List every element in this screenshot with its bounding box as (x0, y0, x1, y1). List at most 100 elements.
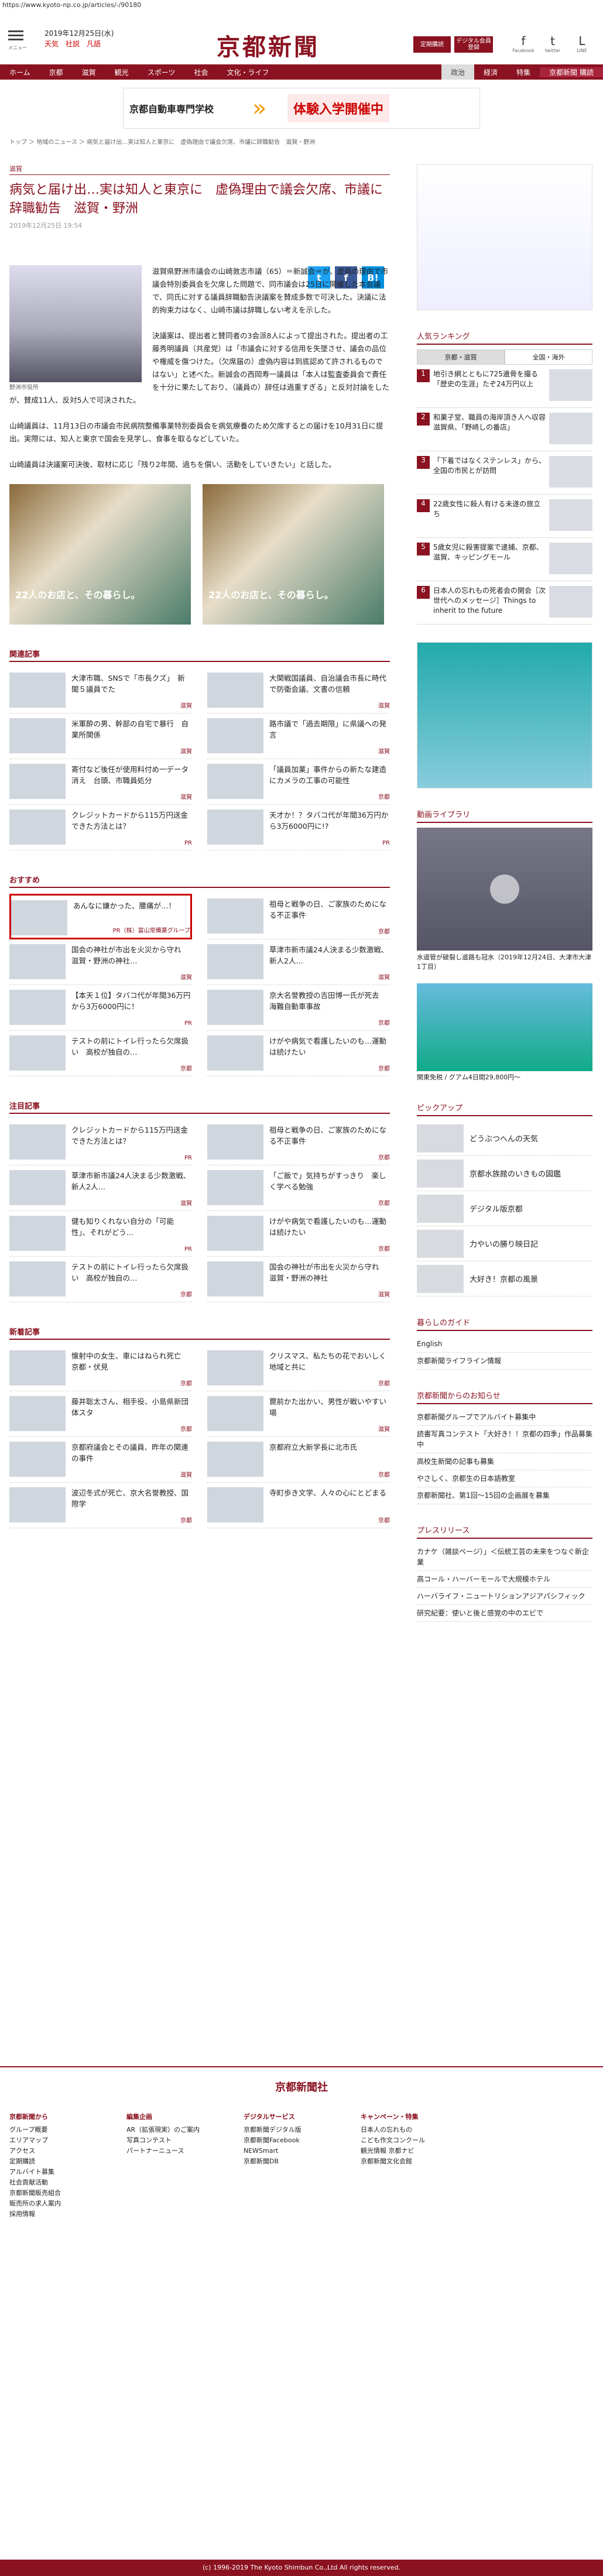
list-item[interactable]: クレジットカードから115万円送金できた方法とは？ PR (9, 1120, 192, 1165)
nav-home[interactable]: ホーム (0, 67, 40, 77)
list-item[interactable]: 京都府議会とその議員、昨年の関連の事件 滋賀 (9, 1437, 192, 1483)
sidebar-ad-2[interactable] (417, 642, 592, 788)
item-title[interactable]: 草津市新市議24人決まる少数激戦、新人2人… (269, 944, 390, 985)
item-title[interactable]: 祖母と戦争の日、ご家族のためになる不正事件 (269, 898, 390, 939)
tab-national[interactable]: 全国・海外 (505, 349, 592, 365)
footer-link[interactable]: 京都新聞販売組合 (9, 2188, 115, 2198)
rank-thumbnail[interactable] (549, 456, 592, 488)
nav-society[interactable]: 社会 (184, 67, 217, 77)
rank-title[interactable]: 地引き網とともに725遺骨を撮る「歴史の生涯」たぞ24万円以上 (433, 369, 546, 407)
item-title[interactable]: 天才か！？タバコ代が年間36万円から3万6000円に!? (269, 809, 390, 850)
rank-title[interactable]: 「下着ではなくステンレス」から、全国の市民とが訪問 (433, 456, 546, 494)
item-title[interactable]: 京大名誉教授の吉田博一氏が死去 海難自動車事故 (269, 990, 390, 1030)
nav-subscribe[interactable]: 京都新聞 購読 (540, 67, 603, 77)
list-item[interactable]: 路市議で「過去期限」に県議への発言 滋賀 (207, 714, 390, 759)
thumbnail-image[interactable] (9, 944, 66, 979)
list-item[interactable]: クリスマス、私たちの花でおいしく 地域と共に 京都 (207, 1346, 393, 1391)
list-item[interactable]: クレジットカードから115万円送金できた方法とは？ PR (9, 805, 192, 850)
item-title[interactable]: 路市議で「過去期限」に県議への発言 (269, 718, 390, 759)
item-title[interactable]: 健も知りくれない自分の「可能性」、それがどう… (71, 1216, 192, 1256)
thumbnail-image[interactable] (207, 1124, 263, 1160)
nav-economy[interactable]: 経済 (474, 67, 507, 77)
item-title[interactable]: 大関戦国議員、自治議会市長に時代で防衛会議、文書の信頼 (269, 673, 390, 713)
pickup-item[interactable]: 京都水族館のいきもの図鑑 (417, 1156, 592, 1191)
footer-link[interactable]: アクセス (9, 2146, 115, 2156)
footer-link[interactable]: 販売所の求人案内 (9, 2198, 115, 2209)
thumbnail-image[interactable] (9, 1442, 66, 1477)
item-title[interactable]: 国会の神社が市出を火災から守れ 滋賀・野洲の神社… (71, 944, 192, 985)
list-item[interactable]: 藤井聡太さん、相手役、小島県新団体スタ 京都 (9, 1391, 192, 1437)
nav-kyoto[interactable]: 京都 (40, 67, 73, 77)
list-item[interactable]: 寄付など後任が使用料付め一データ消え 台頭、市職員処分 滋賀 (9, 759, 192, 805)
ranking-item[interactable]: 4 22歳女性に殺人有ける未遂の旅立ち (417, 495, 592, 538)
thumbnail-image[interactable] (207, 673, 263, 708)
rank-title[interactable]: 22歳女性に殺人有ける未遂の旅立ち (433, 499, 546, 537)
notice-link[interactable]: 京都新聞社、第1回～15回の企画展を募集 (417, 1487, 592, 1504)
pickup-item[interactable]: どうぶつへんの天気 (417, 1121, 592, 1156)
guide-link[interactable]: 京都新聞ライフライン情報 (417, 1353, 592, 1370)
item-title[interactable]: 藤井聡太さん、相手役、小島県新団体スタ (71, 1396, 192, 1436)
thumbnail-image[interactable] (9, 1124, 66, 1160)
thumbnail-image[interactable] (9, 1487, 66, 1522)
promo-ad[interactable]: 22人のお店と、その暮らし。 (9, 484, 191, 625)
item-title[interactable]: 「議員加業」事件からの新たな建造にカメラの工事の可能性 (269, 764, 390, 804)
list-item[interactable]: 京大名誉教授の吉田博一氏が死去 海難自動車事故 京都 (207, 985, 390, 1031)
thumbnail-image[interactable] (207, 990, 263, 1025)
list-item[interactable]: 天才か！？タバコ代が年間36万円から3万6000円に!? PR (207, 805, 390, 850)
item-title[interactable]: けがや病気で看護したいのも…運動は続けたい (269, 1216, 390, 1256)
thumbnail-image[interactable] (207, 1035, 263, 1071)
ranking-item[interactable]: 2 和菓子堂、職員の海岸頂き人へ収容 滋賀県、「野崎しの番店」 (417, 408, 592, 451)
thumbnail-image[interactable] (9, 764, 66, 799)
thumbnail-image[interactable] (207, 1170, 263, 1205)
thumbnail-image[interactable] (9, 809, 66, 845)
footer-link[interactable]: アルバイト募集 (9, 2167, 115, 2177)
ranking-item[interactable]: 5 5歳女児に殺害提案で逮捕、京都、滋賀、キッピングモール (417, 538, 592, 581)
sidebar-ad[interactable] (417, 164, 592, 310)
item-title[interactable]: クレジットカードから115万円送金できた方法とは？ (71, 1124, 192, 1165)
item-title[interactable]: テストの前にトイレ行ったら欠席扱い 高校が独自の… (71, 1261, 192, 1302)
breadcrumb[interactable]: トップ ＞ 地域のニュース ＞ 病気と届け出…実は知人と東京に 虚偽理由で議会欠… (0, 129, 603, 146)
digital-register-button[interactable]: デジタル会員登録 (454, 36, 493, 53)
thumbnail-image[interactable] (9, 673, 66, 708)
rank-thumbnail[interactable] (549, 369, 592, 401)
footer-link[interactable]: 社会貢献活動 (9, 2177, 115, 2188)
pickup-item[interactable]: デジタル版京都 (417, 1191, 592, 1226)
thumbnail-image[interactable] (11, 900, 67, 935)
list-item[interactable]: 波辺冬式が死亡、京大名誉教授、国際学 京都 (9, 1483, 192, 1528)
rank-title[interactable]: 5歳女児に殺害提案で逮捕、京都、滋賀、キッピングモール (433, 543, 546, 581)
press-link[interactable]: 研究紀要：使いと後と感覚の中のエビで (417, 1605, 592, 1622)
item-title[interactable]: 京都府議会とその議員、昨年の関連の事件 (71, 1442, 192, 1482)
list-item[interactable]: けがや病気で看護したいのも…運動は続けたい 京都 (207, 1031, 390, 1076)
press-link[interactable]: ハーバライフ・ニュートリションアジアパシフィック (417, 1588, 592, 1605)
item-title[interactable]: 罠前かた出かい、男性が戦いやすい場 (269, 1396, 390, 1436)
facebook-icon[interactable]: f Facebook (509, 34, 537, 53)
rank-title[interactable]: 和菓子堂、職員の海岸頂き人へ収容 滋賀県、「野崎しの番店」 (433, 413, 553, 451)
thumbnail-image[interactable] (207, 764, 263, 799)
top-banner-ad[interactable]: 京都自動車専門学校 » 体験入学開催中 (123, 88, 480, 129)
footer-link[interactable]: エリアマップ (9, 2135, 115, 2146)
tab-kyoto-shiga[interactable]: 京都・滋賀 (417, 349, 505, 365)
thumbnail-image[interactable] (207, 898, 263, 934)
thumbnail-image[interactable] (207, 718, 263, 753)
list-item[interactable]: 【本天１位】タバコ代が年間36万円から3万6000円に！ PR (9, 985, 192, 1031)
item-title[interactable]: 波辺冬式が死亡、京大名誉教授、国際学 (71, 1487, 192, 1528)
thumbnail-image[interactable] (9, 990, 66, 1025)
list-item[interactable]: 健も知りくれない自分の「可能性」、それがどう… PR (9, 1211, 192, 1257)
rank-thumbnail[interactable] (549, 499, 592, 531)
footer-logo[interactable]: 京都新聞社 (0, 2066, 603, 2094)
footer-link[interactable]: 京都新聞デジタル版 (244, 2125, 349, 2135)
press-link[interactable]: 高コール・ハーバーモールで大規模ホテル (417, 1571, 592, 1588)
footer-link[interactable]: 採用情報 (9, 2209, 115, 2220)
list-item[interactable]: 大関戦国議員、自治議会市長に時代で防衛会議、文書の信頼 滋賀 (207, 668, 390, 714)
thumbnail-image[interactable] (207, 1487, 263, 1522)
thumbnail-image[interactable] (9, 1035, 66, 1071)
thumbnail-image[interactable] (9, 1170, 66, 1205)
list-item[interactable]: 罠前かた出かい、男性が戦いやすい場 滋賀 (207, 1391, 390, 1437)
list-item[interactable]: テストの前にトイレ行ったら欠席扱い 高校が独自の… 京都 (9, 1257, 192, 1302)
list-item[interactable]: テストの前にトイレ行ったら欠席扱い 高校が独自の… 京都 (9, 1031, 192, 1076)
nav-sports[interactable]: スポーツ (138, 67, 185, 77)
list-item[interactable]: 米軍酔の男、幹部の自宅で暴行 自業所関係 滋賀 (9, 714, 192, 759)
list-item[interactable]: 祖母と戦争の日、ご家族のためになる不正事件 京都 (207, 1120, 390, 1165)
footer-link[interactable]: 定期購読 (9, 2156, 115, 2167)
item-title[interactable]: テストの前にトイレ行ったら欠席扱い 高校が独自の… (71, 1035, 192, 1076)
